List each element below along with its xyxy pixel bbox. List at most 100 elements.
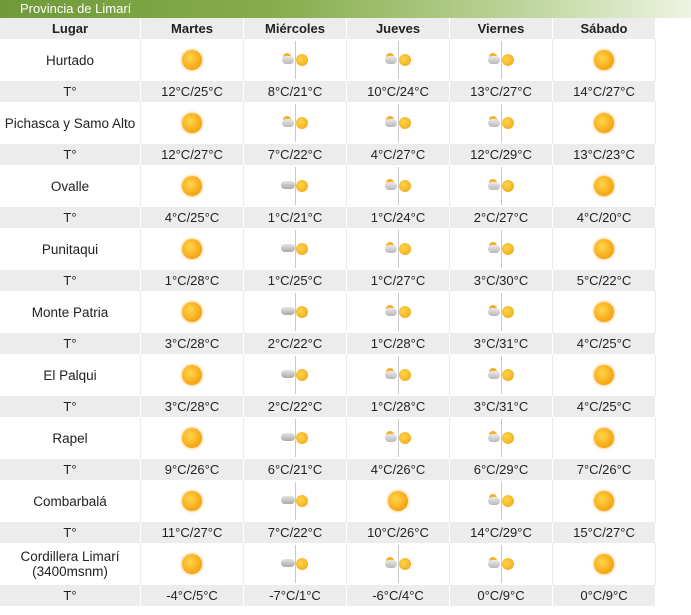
partly-cloudy-icon — [384, 556, 412, 572]
temperature-row: T° 3°C/28°C 2°C/22°C 1°C/28°C 3°C/31°C 4°C/25… — [0, 333, 656, 354]
forecast-cell — [450, 165, 553, 207]
cloudy-sun-icon — [281, 178, 309, 194]
temp-value: 12°C/27°C — [141, 144, 244, 165]
temp-value: 13°C/27°C — [450, 81, 553, 102]
forecast-icon-row: El Palqui — [0, 354, 656, 396]
temp-value: 3°C/31°C — [450, 396, 553, 417]
forecast-cell — [553, 354, 656, 396]
temp-value: 2°C/22°C — [244, 396, 347, 417]
temp-label: T° — [0, 459, 141, 480]
forecast-cell — [553, 102, 656, 144]
temp-value: 0°C/9°C — [553, 585, 656, 606]
temperature-row: T° 9°C/26°C 6°C/21°C 4°C/26°C 6°C/29°C 7°C/26… — [0, 459, 656, 480]
sunny-icon — [592, 174, 616, 198]
forecast-cell — [244, 480, 347, 522]
sunny-icon — [180, 363, 204, 387]
sunny-icon — [592, 489, 616, 513]
forecast-cell — [347, 39, 450, 81]
forecast-cell — [347, 417, 450, 459]
temp-value: 3°C/28°C — [141, 396, 244, 417]
place-name: Cordillera Limarí (3400msnm) — [0, 543, 141, 585]
forecast-cell — [244, 291, 347, 333]
temp-value: 8°C/21°C — [244, 81, 347, 102]
sunny-icon — [386, 489, 410, 513]
partly-cloudy-icon — [384, 52, 412, 68]
partly-cloudy-icon — [281, 52, 309, 68]
header-place: Lugar — [0, 18, 141, 39]
temperature-row: T° 1°C/28°C 1°C/25°C 1°C/27°C 3°C/30°C 5°C/22… — [0, 270, 656, 291]
temperature-row: T° 11°C/27°C 7°C/22°C 10°C/26°C 14°C/29°C 15°… — [0, 522, 656, 543]
forecast-cell — [553, 39, 656, 81]
partly-cloudy-icon — [384, 241, 412, 257]
forecast-cell — [141, 102, 244, 144]
region-title: Provincia de Limarí — [20, 1, 132, 16]
temp-value: 1°C/27°C — [347, 270, 450, 291]
temp-value: 12°C/25°C — [141, 81, 244, 102]
temp-value: 7°C/22°C — [244, 144, 347, 165]
place-name: Combarbalá — [0, 480, 141, 522]
temp-value: 7°C/26°C — [553, 459, 656, 480]
temp-value: 1°C/28°C — [347, 396, 450, 417]
forecast-cell — [450, 354, 553, 396]
temp-value: 0°C/9°C — [450, 585, 553, 606]
forecast-cell — [244, 165, 347, 207]
forecast-cell — [450, 543, 553, 585]
temp-label: T° — [0, 207, 141, 228]
sunny-icon — [180, 489, 204, 513]
temp-value: 4°C/25°C — [141, 207, 244, 228]
forecast-cell — [450, 417, 553, 459]
temperature-row: T° -4°C/5°C -7°C/1°C -6°C/4°C 0°C/9°C 0°C/9°C — [0, 585, 656, 606]
partly-cloudy-icon — [384, 178, 412, 194]
partly-cloudy-icon — [487, 304, 515, 320]
header-day: Jueves — [347, 18, 450, 39]
sunny-icon — [180, 426, 204, 450]
forecast-icon-row: Punitaqui — [0, 228, 656, 270]
temp-label: T° — [0, 81, 141, 102]
temp-value: 12°C/29°C — [450, 144, 553, 165]
partly-cloudy-icon — [487, 52, 515, 68]
forecast-cell — [553, 543, 656, 585]
forecast-cell — [347, 354, 450, 396]
forecast-icon-row: Hurtado — [0, 39, 656, 81]
temp-value: 10°C/26°C — [347, 522, 450, 543]
partly-cloudy-icon — [487, 367, 515, 383]
temp-value: 1°C/21°C — [244, 207, 347, 228]
forecast-cell — [347, 228, 450, 270]
header-day: Viernes — [450, 18, 553, 39]
header-day: Sábado — [553, 18, 656, 39]
place-name: Punitaqui — [0, 228, 141, 270]
partly-cloudy-icon — [384, 430, 412, 446]
forecast-table: Lugar Martes Miércoles Jueves Viernes Sá… — [0, 18, 656, 606]
forecast-icon-row: Cordillera Limarí (3400msnm) — [0, 543, 656, 585]
forecast-cell — [244, 39, 347, 81]
partly-cloudy-icon — [384, 304, 412, 320]
forecast-icon-row: Monte Patria — [0, 291, 656, 333]
place-name: Ovalle — [0, 165, 141, 207]
forecast-cell — [141, 480, 244, 522]
temp-value: -4°C/5°C — [141, 585, 244, 606]
temp-label: T° — [0, 585, 141, 606]
partly-cloudy-icon — [281, 115, 309, 131]
forecast-cell — [244, 417, 347, 459]
forecast-cell — [244, 543, 347, 585]
temp-value: 3°C/28°C — [141, 333, 244, 354]
forecast-cell — [553, 417, 656, 459]
sunny-icon — [592, 48, 616, 72]
temp-value: 14°C/27°C — [553, 81, 656, 102]
sunny-icon — [180, 48, 204, 72]
partly-cloudy-icon — [487, 115, 515, 131]
sunny-icon — [592, 237, 616, 261]
temp-value: 7°C/22°C — [244, 522, 347, 543]
cloudy-sun-icon — [281, 367, 309, 383]
temp-value: 2°C/22°C — [244, 333, 347, 354]
temp-value: 11°C/27°C — [141, 522, 244, 543]
temp-value: 6°C/29°C — [450, 459, 553, 480]
forecast-cell — [141, 39, 244, 81]
forecast-cell — [347, 291, 450, 333]
forecast-icon-row: Combarbalá — [0, 480, 656, 522]
cloudy-sun-icon — [281, 241, 309, 257]
partly-cloudy-icon — [384, 367, 412, 383]
cloudy-sun-icon — [281, 430, 309, 446]
temp-value: 4°C/26°C — [347, 459, 450, 480]
place-name: Hurtado — [0, 39, 141, 81]
